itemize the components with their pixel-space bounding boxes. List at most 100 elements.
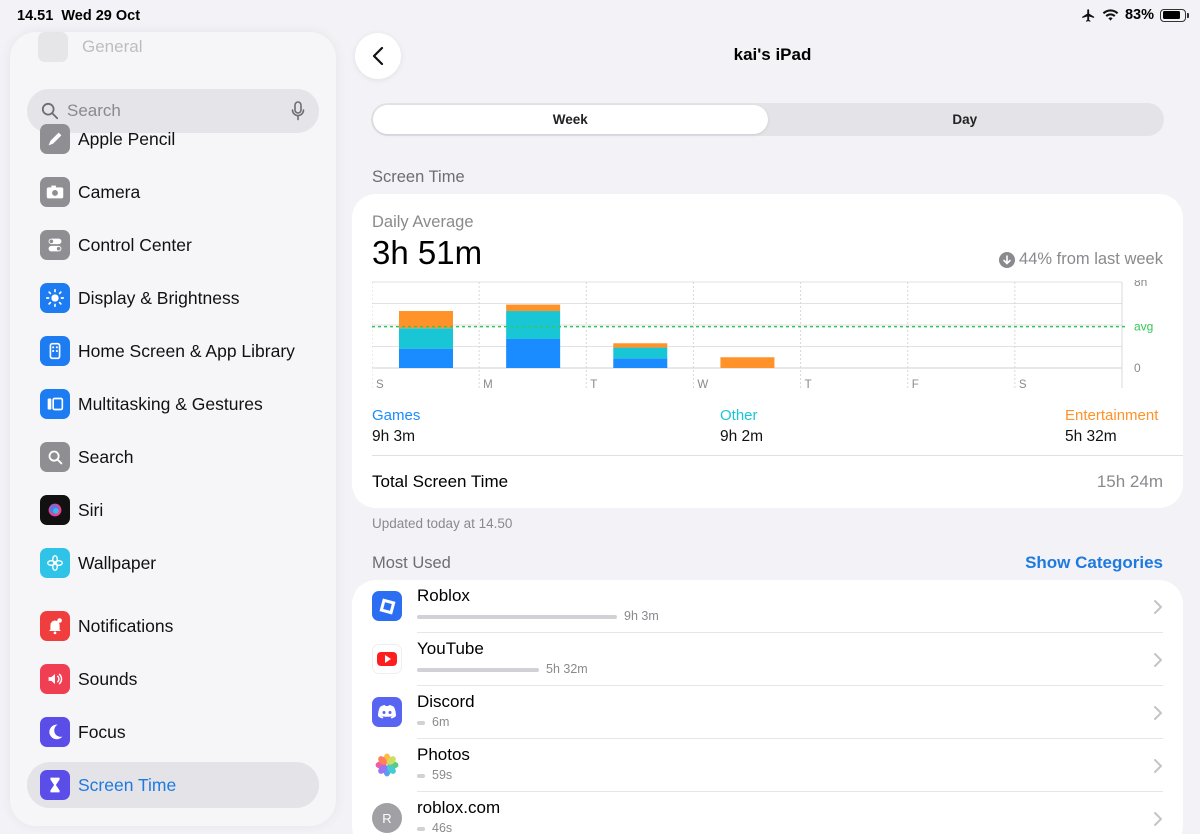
multitask-icon (40, 389, 70, 419)
bar-entertainment-1 (506, 304, 561, 312)
letter-r-icon: R (372, 803, 402, 833)
app-name: YouTube (417, 639, 484, 658)
usage-bar (417, 615, 617, 619)
x-tick-label: F (912, 379, 919, 391)
moon-icon (40, 717, 70, 747)
sidebar-item-control-center[interactable]: Control Center (27, 222, 319, 268)
page-title: kai's iPad (733, 45, 812, 64)
sidebar-item-label: Apple Pencil (78, 128, 176, 149)
usage-time: 5h 32m (546, 662, 588, 676)
sidebar-item-multitasking-gestures[interactable]: Multitasking & Gestures (27, 381, 319, 427)
camera-icon (40, 177, 70, 207)
x-tick-label: T (805, 379, 812, 391)
total-screen-time-label: Total Screen Time (372, 472, 509, 491)
sidebar-item-label: Home Screen & App Library (78, 340, 295, 361)
daily-average-value: 3h 51m (372, 234, 483, 271)
sidebar-item-wallpaper[interactable]: Wallpaper (27, 540, 319, 586)
discord-icon (372, 697, 402, 727)
x-tick-label: T (590, 379, 597, 391)
screen-time-card: Daily Average 3h 51m 44% from last week … (352, 194, 1183, 508)
usage-time: 9h 3m (624, 609, 659, 623)
sun-icon (40, 283, 70, 313)
status-indicators: 83% (1081, 7, 1189, 23)
x-tick-label: W (697, 379, 708, 391)
category-other-value: 9h 2m (720, 428, 764, 445)
chevron-right-icon (1154, 600, 1162, 614)
chevron-left-icon (372, 46, 384, 66)
trend-text: 44% from last week (1019, 250, 1163, 268)
show-categories-link[interactable]: Show Categories (1025, 553, 1163, 573)
usage-bar (417, 827, 425, 831)
x-tick-label: S (376, 379, 384, 391)
sidebar-item-display-brightness[interactable]: Display & Brightness (27, 275, 319, 321)
flower-icon (40, 548, 70, 578)
sidebar-item-label: Notifications (78, 615, 174, 636)
bell-icon (40, 611, 70, 641)
bar-games-2 (613, 358, 668, 368)
sidebar-item-sounds[interactable]: Sounds (27, 656, 319, 702)
sidebar-item-search[interactable]: Search (27, 434, 319, 480)
updated-timestamp: Updated today at 14.50 (372, 516, 513, 531)
sidebar-item-camera[interactable]: Camera (27, 169, 319, 215)
chevron-right-icon (1154, 759, 1162, 773)
tab-day[interactable]: Day (768, 105, 1163, 134)
sidebar-item-label: Multitasking & Gestures (78, 393, 263, 414)
chevron-right-icon (1154, 812, 1162, 826)
app-row-youtube[interactable]: YouTube 5h 32m (352, 633, 1183, 686)
y-tick-label: avg (1134, 320, 1153, 334)
bar-entertainment-3 (720, 357, 775, 368)
status-time-date: 14.51 Wed 29 Oct (17, 8, 140, 24)
category-games-label: Games (372, 407, 421, 424)
screen-time-section-title: Screen Time (372, 168, 465, 186)
sidebar-item-apple-pencil[interactable]: Apple Pencil (27, 116, 319, 162)
divider (372, 455, 1183, 456)
app-name: Photos (417, 745, 470, 764)
app-row-discord[interactable]: Discord 6m (352, 686, 1183, 739)
period-segmented-control: Week Day (371, 103, 1164, 136)
bar-games-0 (399, 348, 453, 368)
status-date: Wed 29 Oct (61, 8, 141, 24)
bar-entertainment-2 (613, 343, 668, 348)
sidebar-item-label: General (82, 37, 143, 56)
settings-sidebar: General Apple Pencil Camera Control Center… (10, 32, 336, 826)
photos-icon (372, 750, 402, 780)
sidebar-item-label: Siri (78, 499, 104, 520)
status-time: 14.51 (17, 8, 54, 24)
x-tick-label: M (483, 379, 493, 391)
home-grid-icon (40, 336, 70, 366)
wifi-icon (1102, 9, 1119, 21)
sidebar-item-label: Screen Time (78, 774, 177, 795)
trend-indicator: 44% from last week (999, 250, 1163, 269)
sidebar-item-general[interactable]: General (38, 32, 142, 62)
usage-bar (417, 774, 425, 778)
app-row-photos[interactable]: Photos 59s (352, 739, 1183, 792)
app-row-roblox-com[interactable]: Rroblox.com 46s (352, 792, 1183, 834)
status-bar: 14.51 Wed 29 Oct 83% (0, 0, 1200, 32)
category-entertainment-value: 5h 32m (1065, 428, 1117, 445)
y-tick-label: 0 (1134, 361, 1141, 375)
sidebar-item-home-screen-app-library[interactable]: Home Screen & App Library (27, 328, 319, 374)
siri-icon (40, 495, 70, 525)
pencil-icon (40, 124, 70, 154)
toggles-icon (40, 230, 70, 260)
tab-week[interactable]: Week (373, 105, 768, 134)
sidebar-item-screen-time[interactable]: Screen Time (27, 762, 319, 808)
sidebar-item-focus[interactable]: Focus (27, 709, 319, 755)
sidebar-item-notifications[interactable]: Notifications (27, 603, 319, 649)
bar-games-1 (506, 338, 561, 368)
sidebar-item-label: Camera (78, 181, 141, 202)
gear-icon (38, 32, 68, 62)
app-row-roblox[interactable]: Roblox 9h 3m (352, 580, 1183, 633)
usage-bar (417, 721, 425, 725)
sidebar-item-label: Search (78, 446, 134, 467)
sidebar-item-label: Control Center (78, 234, 192, 255)
sidebar-item-siri[interactable]: Siri (27, 487, 319, 533)
sidebar-item-label: Wallpaper (78, 552, 157, 573)
most-used-card: Roblox 9h 3m YouTube 5h 32m Discord 6m Photos 5… (352, 580, 1183, 834)
category-entertainment-label: Entertainment (1065, 407, 1159, 424)
back-button[interactable] (355, 33, 401, 79)
bar-other-1 (506, 311, 561, 339)
battery-percent: 83% (1124, 7, 1154, 23)
roblox-icon (372, 591, 402, 621)
weekly-usage-chart[interactable]: S M T W T F S 8h avg 0 (372, 280, 1163, 400)
